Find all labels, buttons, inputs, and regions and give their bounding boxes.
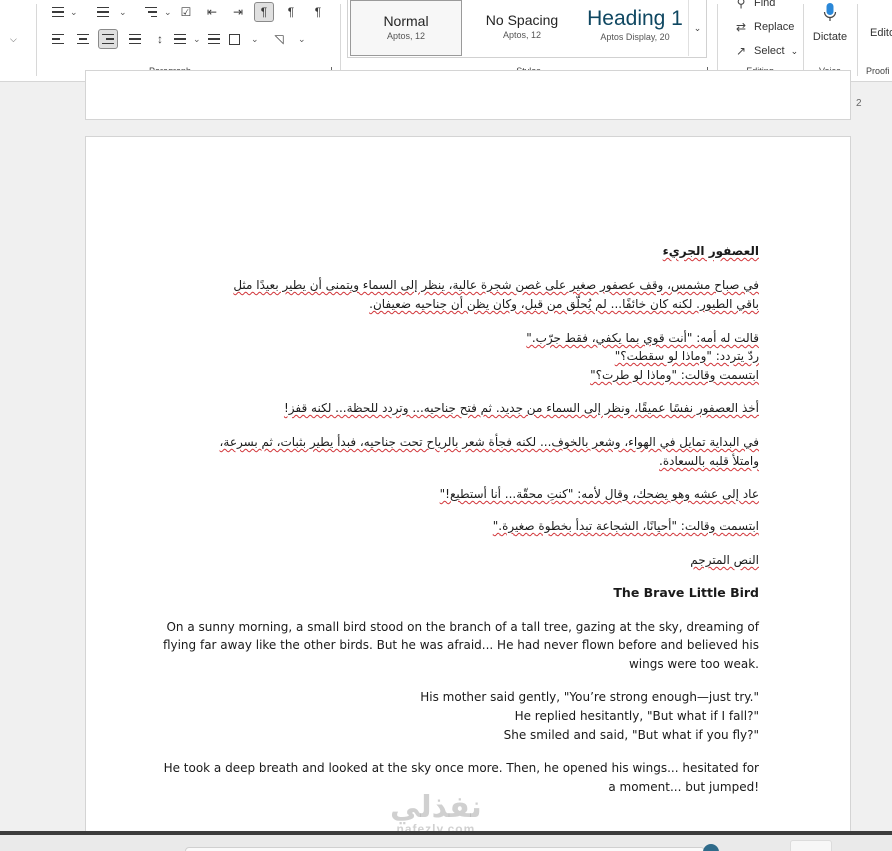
style-no-spacing-name: No Spacing	[485, 12, 559, 28]
multilevel-list-icon[interactable]	[141, 2, 161, 22]
english-dialogue-3: She smiled and said, "But what if you fl…	[503, 728, 759, 742]
checklist-icon[interactable]: ☑	[176, 2, 196, 22]
arabic-dialogue-3: ابتسمت وقالت: "وماذا لو طرت؟"	[590, 368, 759, 382]
justify-icon[interactable]	[125, 29, 145, 49]
status-field[interactable]	[185, 847, 705, 851]
dictate-label: Dictate	[812, 31, 848, 43]
arabic-paragraph-1-line-1: في صباح مشمس، وقف عصفور صغير على غصن شجر…	[233, 278, 759, 292]
replace-button[interactable]: ⇄ Replace	[734, 20, 794, 34]
style-heading-1[interactable]: Heading 1 Aptos Display, 20	[580, 0, 690, 56]
align-center-icon[interactable]	[73, 29, 93, 49]
numbering-icon[interactable]	[93, 2, 113, 22]
microphone-icon	[823, 3, 837, 21]
style-normal[interactable]: Normal Aptos, 12	[350, 0, 462, 56]
editor-label[interactable]: Edito	[870, 27, 892, 39]
styles-more-icon[interactable]: ⌄	[688, 0, 706, 56]
english-dialogue-1: His mother said gently, "You’re strong e…	[420, 690, 759, 704]
select-dropdown-icon: ⌄	[790, 45, 799, 56]
select-icon: ↗	[735, 44, 747, 58]
replace-icon: ⇄	[735, 20, 747, 34]
select-label: Select	[754, 45, 785, 57]
select-button[interactable]: ↗ Select ⌄	[734, 44, 798, 58]
english-paragraph-1-line-1: On a sunny morning, a small bird stood o…	[166, 620, 759, 634]
style-normal-font: Aptos, 12	[386, 31, 426, 41]
multilevel-dropdown-icon[interactable]: ⌄	[164, 7, 172, 18]
arabic-title: العصفور الجريء	[662, 244, 759, 258]
sort-icon[interactable]	[204, 29, 224, 49]
english-title: The Brave Little Bird	[613, 585, 759, 600]
align-left-icon[interactable]	[48, 29, 68, 49]
proofing-group: Edito Proofi	[858, 0, 892, 82]
chevron-down-icon[interactable]: ⌵	[10, 34, 17, 45]
find-label: Find	[754, 0, 776, 9]
previous-page[interactable]	[85, 70, 851, 120]
style-no-spacing-font: Aptos, 12	[502, 30, 542, 40]
arabic-dialogue-1: قالت له أمه: "أنت قوي بما يكفي، فقط جرّب…	[526, 331, 759, 345]
find-icon: ⚲	[736, 0, 746, 10]
increase-indent-icon[interactable]: ⇥	[228, 2, 248, 22]
align-right-icon[interactable]	[98, 29, 118, 49]
replace-label: Replace	[754, 21, 795, 33]
dictate-button[interactable]: Dictate	[804, 0, 856, 48]
shading-icon[interactable]: ◹	[269, 29, 289, 49]
borders-icon[interactable]	[224, 29, 244, 49]
style-no-spacing[interactable]: No Spacing Aptos, 12	[466, 0, 578, 56]
line-spacing-dropdown-icon[interactable]: ⌄	[193, 34, 201, 45]
borders-dropdown-icon[interactable]: ⌄	[251, 34, 259, 45]
translated-text-label: النص المترجم	[690, 553, 759, 567]
arabic-paragraph-3-line-2: وامتلأ قلبه بالسعادة.	[659, 454, 759, 468]
show-marks-icon[interactable]: ¶	[308, 2, 328, 22]
line-spacing-icon[interactable]: ↕	[150, 29, 170, 49]
english-paragraph-1-line-3: wings were too weak.	[628, 657, 759, 671]
ltr-paragraph-icon[interactable]: ¶	[254, 2, 274, 22]
arabic-paragraph-1-line-2: باقي الطيور. لكنه كان خائفًا... لم يُحلّ…	[369, 297, 759, 311]
status-avatar[interactable]	[703, 844, 719, 851]
shading-dropdown-icon[interactable]: ⌄	[298, 34, 306, 45]
style-normal-name: Normal	[383, 13, 429, 29]
bullets-dropdown-icon[interactable]: ⌄	[70, 7, 78, 18]
page-number: 2	[856, 98, 862, 109]
english-paragraph-2-line-2: a moment... but jumped!	[608, 780, 759, 794]
style-heading-1-font: Aptos Display, 20	[600, 32, 670, 42]
english-paragraph-2-line-1: He took a deep breath and looked at the …	[163, 761, 759, 775]
rtl-paragraph-icon[interactable]: ¶	[281, 2, 301, 22]
bullets-icon[interactable]	[48, 2, 68, 22]
english-paragraph-1-line-2: flying far away like the other birds. Bu…	[162, 638, 759, 652]
find-button[interactable]: ⚲ Find	[734, 0, 776, 10]
english-dialogue-2: He replied hesitantly, "But what if I fa…	[514, 709, 759, 723]
proofing-group-label: Proofi	[866, 66, 890, 76]
decrease-indent-icon[interactable]: ⇤	[202, 2, 222, 22]
arabic-paragraph-5: ابتسمت وقالت: "أحيانًا، الشجاعة تبدأ بخط…	[492, 519, 759, 533]
style-heading-1-name: Heading 1	[587, 7, 683, 30]
status-bar	[0, 835, 892, 851]
styles-gallery: Normal Aptos, 12 No Spacing Aptos, 12 He…	[347, 0, 707, 58]
arabic-dialogue-2: ردّ يتردد: "وماذا لو سقطت؟"	[614, 349, 759, 363]
arabic-paragraph-4: عاد إلى عشه وهو يضحك، وقال لأمه: "كنتِ م…	[439, 487, 759, 501]
numbering-dropdown-icon[interactable]: ⌄	[119, 7, 127, 18]
status-button[interactable]	[790, 840, 832, 851]
line-spacing-list-icon[interactable]	[170, 29, 190, 49]
arabic-paragraph-2: أخذ العصفور نفسًا عميقًا، ونظر إلى السما…	[283, 401, 759, 415]
arabic-paragraph-3-line-1: في البداية تمايل في الهواء، وشعر بالخوف.…	[219, 435, 759, 449]
